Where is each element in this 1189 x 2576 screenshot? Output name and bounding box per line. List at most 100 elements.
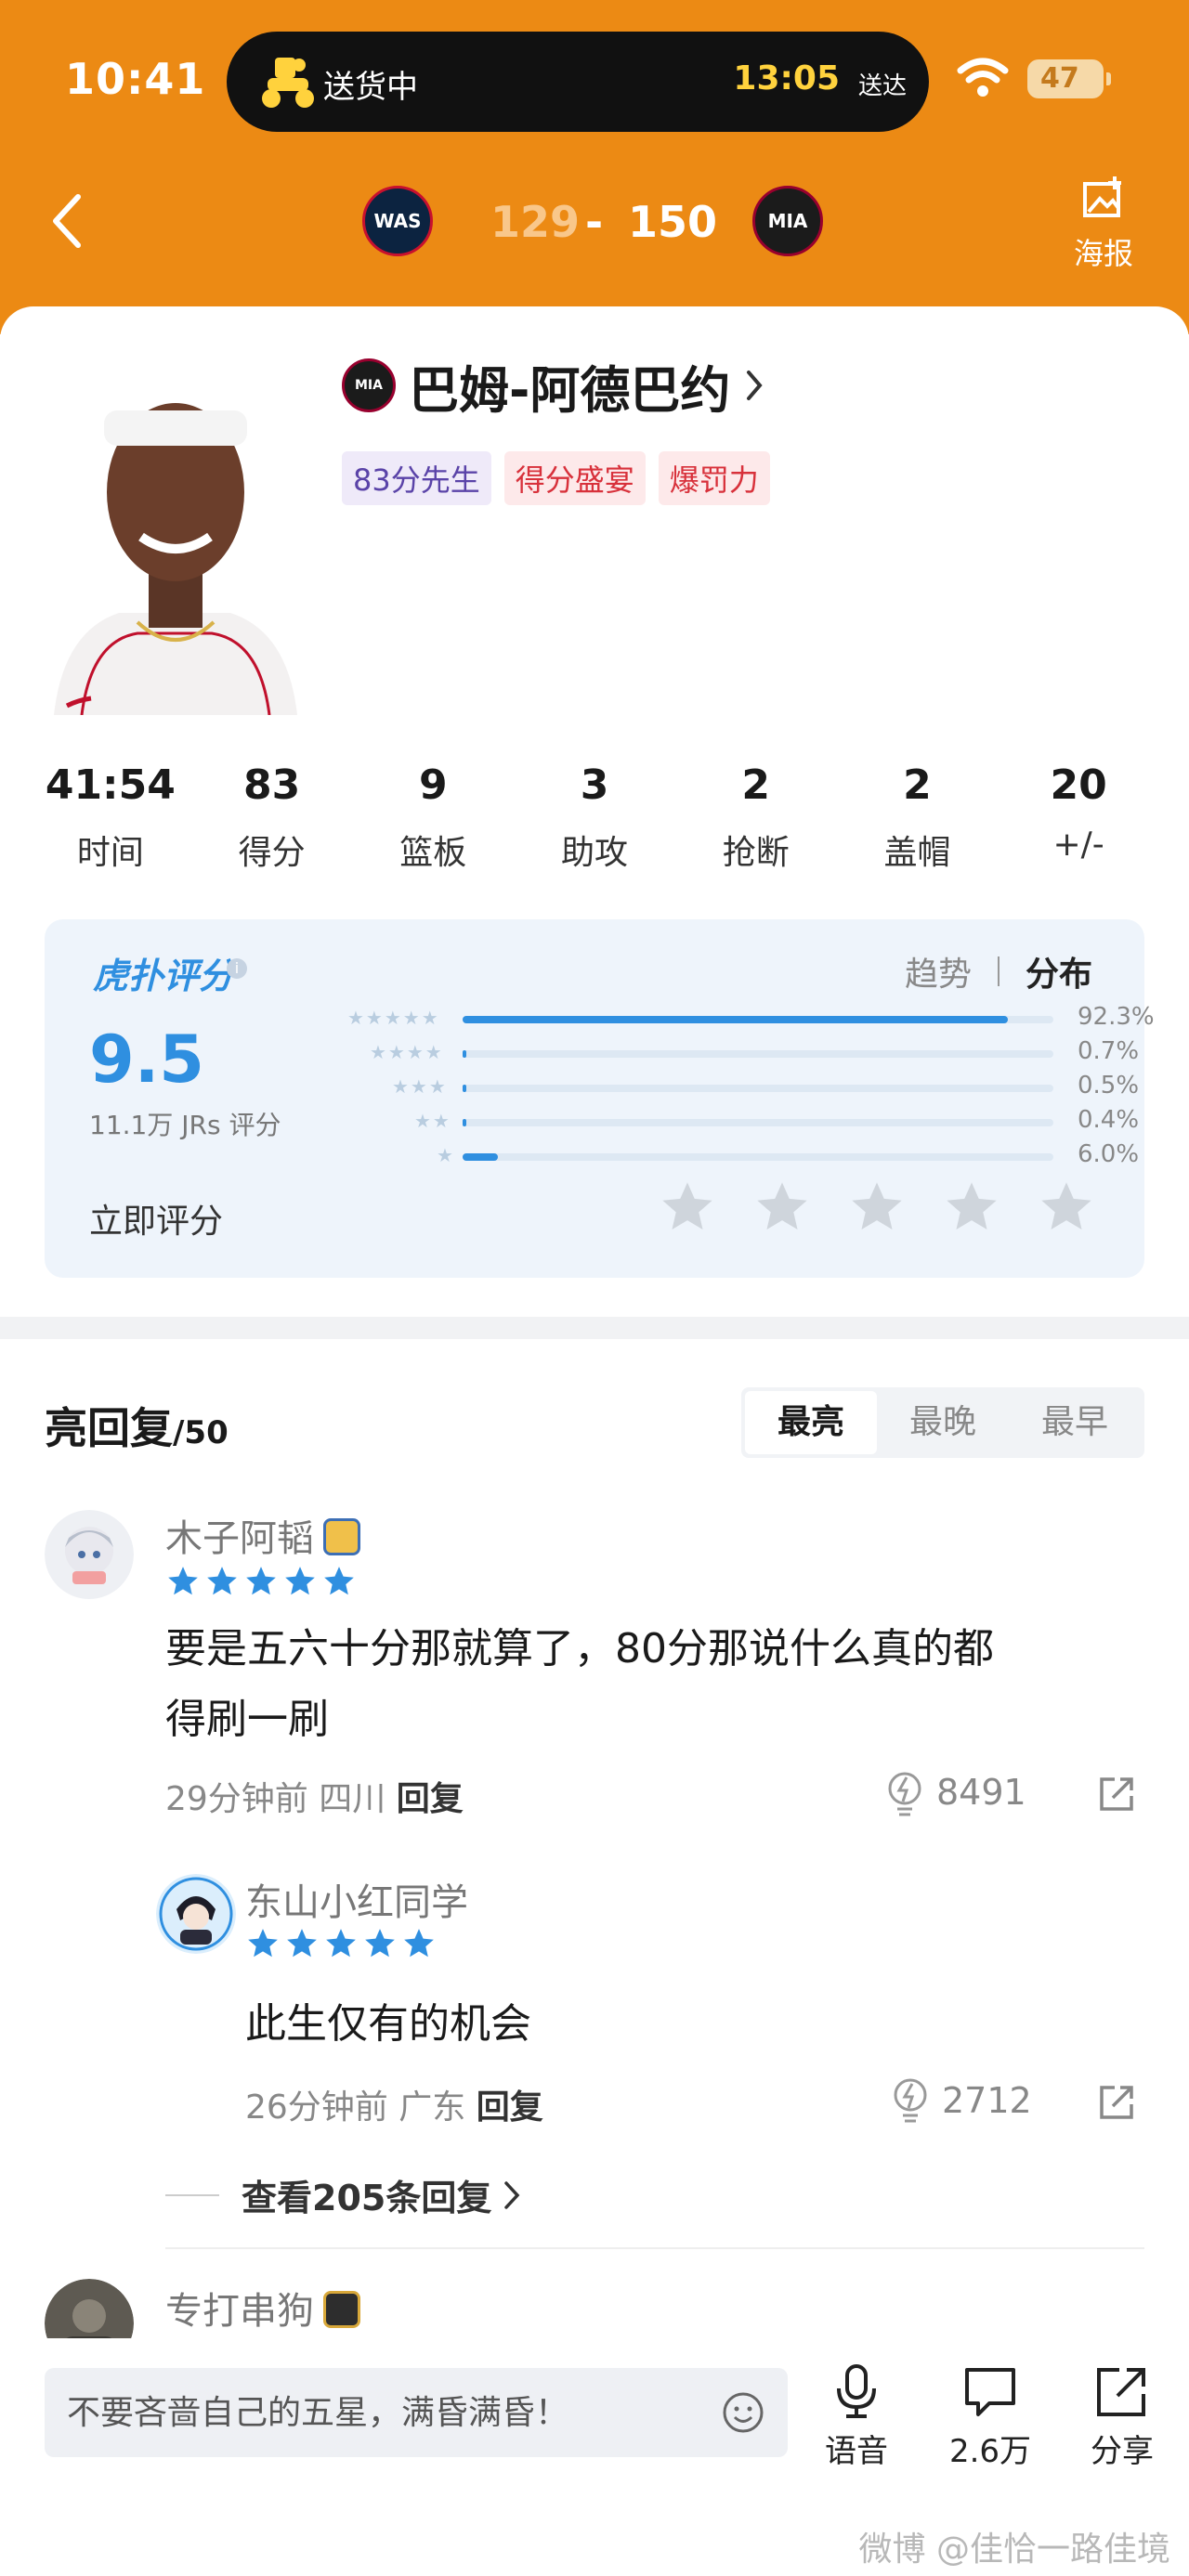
stat-label: 盖帽 bbox=[883, 834, 951, 872]
distribution-track bbox=[463, 1153, 1053, 1161]
tab-distribution[interactable]: 分布 bbox=[1026, 947, 1092, 995]
star-icon bbox=[246, 1567, 276, 1595]
distribution-fill bbox=[463, 1085, 466, 1092]
distribution-stars-icon: ★★★ bbox=[392, 1075, 448, 1098]
player-tags: 83分先生 得分盛宴 爆罚力 bbox=[342, 451, 770, 505]
stat-assists: 3 助攻 bbox=[514, 761, 675, 874]
distribution-percent: 92.3% bbox=[1078, 1003, 1155, 1031]
reply-username[interactable]: 专打串狗 bbox=[165, 2281, 360, 2335]
player-tag[interactable]: 得分盛宴 bbox=[503, 451, 646, 505]
share-icon[interactable] bbox=[1096, 2082, 1137, 2123]
comment-bubble-icon bbox=[965, 2368, 1015, 2416]
sort-tab-earliest[interactable]: 最早 bbox=[1009, 1391, 1141, 1454]
lightbulb-icon[interactable] bbox=[890, 2076, 931, 2123]
rate-star-1-icon[interactable] bbox=[658, 1177, 717, 1237]
rating-tabs: 趋势 分布 bbox=[905, 947, 1092, 995]
voice-label: 语音 bbox=[825, 2433, 888, 2470]
stat-blocks: 2 盖帽 bbox=[837, 761, 999, 874]
reply-username[interactable]: 东山小红同学 bbox=[245, 1872, 468, 1926]
distribution-stars-icon: ★ bbox=[437, 1144, 455, 1166]
microphone-icon bbox=[837, 2364, 876, 2418]
distribution-row: ★ 6.0% bbox=[277, 1140, 1139, 1172]
sort-tab-brightest[interactable]: 最亮 bbox=[745, 1391, 877, 1454]
lightbulb-icon[interactable] bbox=[884, 1770, 925, 1816]
emoji-icon[interactable] bbox=[721, 2390, 765, 2435]
rate-star-5-icon[interactable] bbox=[1037, 1177, 1096, 1237]
light-count: 2712 bbox=[942, 2080, 1032, 2121]
home-score: 129 bbox=[490, 197, 581, 247]
comment-input-box[interactable] bbox=[45, 2368, 788, 2457]
avatar[interactable] bbox=[45, 1510, 134, 1599]
stat-label: 抢断 bbox=[722, 834, 790, 872]
image-crop-icon bbox=[1083, 176, 1121, 217]
rate-star-2-icon[interactable] bbox=[752, 1177, 812, 1237]
distribution-row: ★★ 0.4% bbox=[277, 1106, 1139, 1138]
rate-star-3-icon[interactable] bbox=[847, 1177, 907, 1237]
share-button[interactable]: 分享 bbox=[1066, 2362, 1178, 2471]
distribution-track bbox=[463, 1016, 1053, 1023]
chevron-right-icon bbox=[504, 2180, 520, 2209]
reply-username[interactable]: 木子阿韬 bbox=[165, 1508, 360, 1562]
poster-button[interactable]: 海报 bbox=[1065, 173, 1143, 273]
tab-trend[interactable]: 趋势 bbox=[905, 947, 972, 995]
share-icon bbox=[1097, 2368, 1145, 2416]
reply-location: 四川 bbox=[319, 1780, 386, 1818]
reply-time: 26分钟前 bbox=[245, 2088, 388, 2127]
rate-star-4-icon[interactable] bbox=[942, 1177, 1001, 1237]
reply-location: 广东 bbox=[399, 2088, 466, 2127]
player-name-link[interactable]: MIA 巴姆-阿德巴约 bbox=[342, 353, 765, 420]
distribution-track bbox=[463, 1050, 1053, 1058]
star-icon bbox=[404, 1929, 434, 1958]
reply-button[interactable]: 回复 bbox=[477, 2088, 543, 2127]
comment-input[interactable] bbox=[67, 2368, 699, 2457]
reply-text[interactable]: 要是五六十分那就算了，80分那说什么真的都 得刷一刷 bbox=[165, 1614, 1150, 1755]
view-more-line bbox=[165, 2193, 219, 2196]
star-icon bbox=[326, 1929, 356, 1958]
info-icon[interactable]: i bbox=[227, 958, 247, 979]
stat-value: 2 bbox=[741, 761, 771, 809]
player-tag[interactable]: 83分先生 bbox=[342, 451, 491, 505]
reply-button[interactable]: 回复 bbox=[397, 1780, 464, 1818]
stat-value: 3 bbox=[580, 761, 609, 809]
player-tag[interactable]: 爆罚力 bbox=[658, 451, 770, 505]
distribution-stars-icon: ★★★★ bbox=[370, 1041, 444, 1063]
reply-time: 29分钟前 bbox=[165, 1780, 308, 1818]
rating-count: 11.1万 JRs 评分 bbox=[89, 1110, 281, 1140]
view-more-replies[interactable]: 查看205条回复 bbox=[165, 2169, 521, 2220]
replies-title: 亮回复/50 bbox=[45, 1395, 229, 1456]
stat-value: 41:54 bbox=[45, 761, 176, 809]
wifi-icon bbox=[957, 58, 1009, 97]
away-team-abbr: MIA bbox=[767, 210, 808, 232]
status-time: 10:41 bbox=[65, 54, 206, 104]
dynamic-island-delivery[interactable]: 送货中 13:05 送达 bbox=[227, 32, 929, 132]
distribution-track bbox=[463, 1119, 1053, 1126]
stat-label: 篮板 bbox=[399, 834, 467, 872]
voice-button[interactable]: 语音 bbox=[801, 2362, 912, 2471]
user-rating-stars bbox=[245, 1926, 437, 1961]
reply-text-line: 要是五六十分那就算了，80分那说什么真的都 bbox=[165, 1625, 994, 1672]
avatar[interactable] bbox=[156, 1874, 236, 1954]
user-badge-icon bbox=[323, 2291, 360, 2328]
stat-steals: 2 抢断 bbox=[675, 761, 837, 874]
comments-button[interactable]: 2.6万 bbox=[934, 2362, 1046, 2471]
delivery-eta-time: 13:05 bbox=[733, 59, 840, 98]
score-separator: - bbox=[585, 197, 604, 247]
chevron-right-icon bbox=[747, 371, 764, 400]
player-photo[interactable] bbox=[45, 362, 307, 715]
stat-label: 助攻 bbox=[561, 834, 629, 872]
replies-title-text: 亮回复 bbox=[45, 1403, 173, 1453]
stat-minutes: 41:54 时间 bbox=[30, 761, 191, 874]
reply-meta: 29分钟前 四川 回复 bbox=[165, 1772, 464, 1820]
share-icon[interactable] bbox=[1096, 1774, 1137, 1815]
distribution-percent: 0.4% bbox=[1078, 1106, 1140, 1134]
sort-tab-latest[interactable]: 最晚 bbox=[877, 1391, 1009, 1454]
away-team-logo[interactable]: MIA bbox=[752, 186, 823, 256]
back-arrow-icon[interactable] bbox=[48, 191, 85, 251]
reply-username-text: 木子阿韬 bbox=[165, 1517, 314, 1560]
distribution-fill bbox=[463, 1153, 498, 1161]
comments-count: 2.6万 bbox=[948, 2433, 1032, 2470]
reply-text[interactable]: 此生仅有的机会 bbox=[245, 1989, 531, 2060]
stat-points: 83 得分 bbox=[191, 761, 353, 874]
reply-text-line: 得刷一刷 bbox=[165, 1696, 329, 1743]
home-team-logo[interactable]: WAS bbox=[362, 186, 433, 256]
